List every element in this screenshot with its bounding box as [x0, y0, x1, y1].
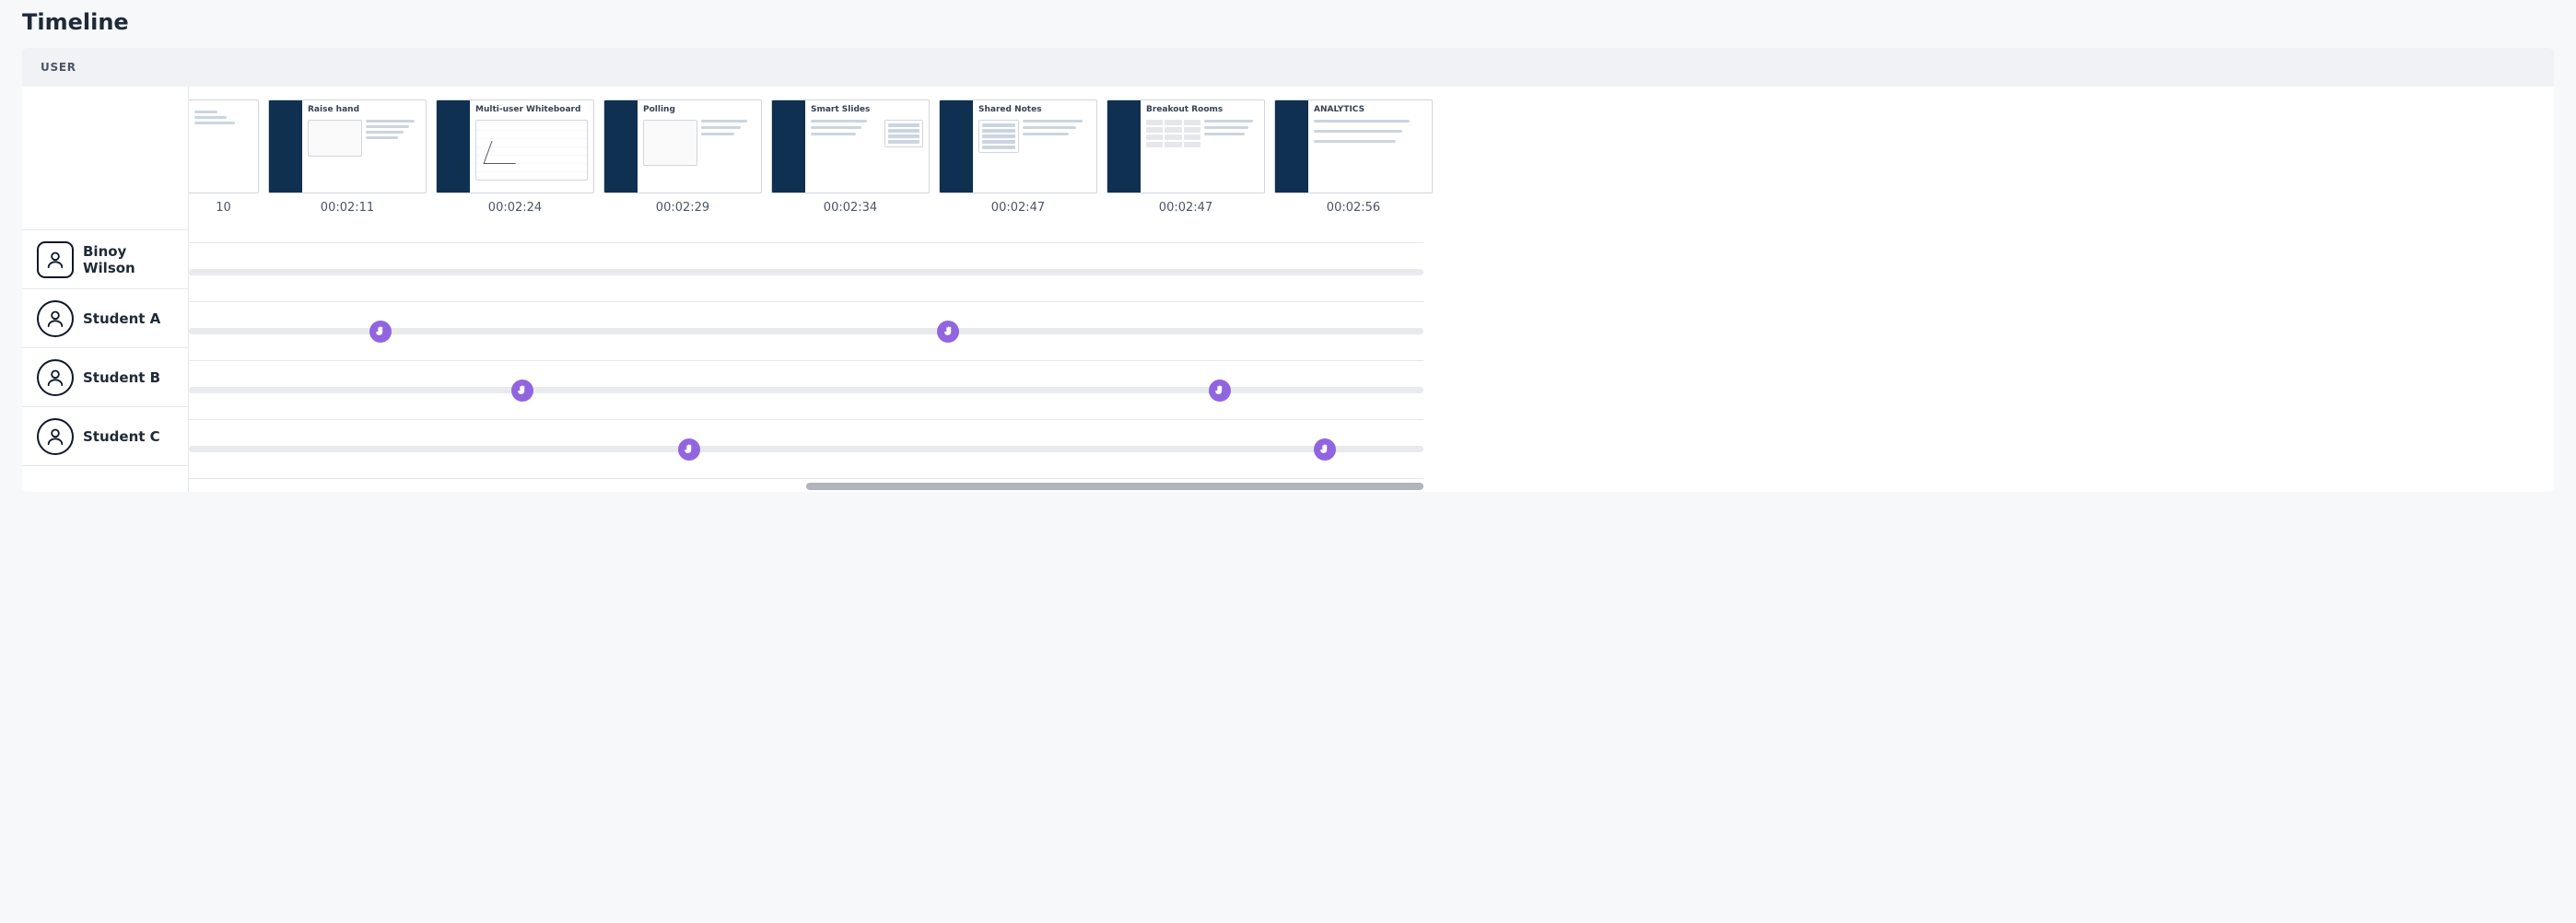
timeline-lane [189, 243, 1423, 302]
user-icon [45, 250, 65, 270]
slide-title: Smart Slides [811, 106, 923, 115]
user-column: Binoy Wilson Student A Student B Student C [22, 87, 189, 492]
slide-thumbnail[interactable]: Breakout Rooms 00:02:47 [1107, 99, 1264, 215]
user-name: Student A [83, 310, 160, 327]
timeline-track [189, 387, 1423, 393]
slide-title: Breakout Rooms [1146, 106, 1259, 115]
timeline-track [189, 269, 1423, 275]
slide-timestamp: 00:02:47 [1159, 201, 1212, 215]
slide-thumbnail[interactable]: ANALYTICS 00:02:56 [1275, 99, 1432, 215]
slide-timestamp: 00:02:29 [656, 201, 709, 215]
timeline-lane [189, 420, 1423, 479]
user-icon [45, 426, 65, 447]
raise-hand-icon [683, 443, 695, 455]
raise-hand-icon [1318, 443, 1330, 455]
raise-hand-marker[interactable] [1209, 380, 1231, 402]
slide-thumbnail[interactable]: Multi-user Whiteboard 00:02:24 [437, 99, 593, 215]
page-title: Timeline [22, 9, 2554, 35]
timeline-scroll-area[interactable]: 10 Raise hand 00:02:11 Multi-user Whiteboar… [189, 87, 2554, 492]
user-name: Binoy Wilson [83, 243, 173, 276]
user-name: Student C [83, 428, 160, 445]
raise-hand-marker[interactable] [511, 380, 533, 402]
slide-thumbnail[interactable]: 10 [189, 99, 258, 215]
avatar [37, 241, 74, 278]
raise-hand-marker[interactable] [937, 321, 959, 343]
timeline-lane [189, 302, 1423, 361]
user-column-spacer [22, 87, 188, 230]
slide-thumbnail[interactable]: Smart Slides 00:02:34 [772, 99, 929, 215]
raise-hand-icon [374, 325, 386, 337]
user-row: Binoy Wilson [22, 230, 188, 289]
user-icon [45, 309, 65, 329]
slide-title: Multi-user Whiteboard [475, 106, 588, 115]
timeline-column-header: USER [22, 48, 2554, 87]
raise-hand-icon [943, 325, 954, 337]
slide-timestamp: 10 [216, 201, 231, 215]
user-icon [45, 368, 65, 388]
raise-hand-marker[interactable] [678, 438, 700, 461]
slide-title: Shared Notes [978, 106, 1091, 115]
slide-timestamp: 00:02:47 [991, 201, 1045, 215]
slide-timestamp: 00:02:34 [824, 201, 877, 215]
slide-title: Raise hand [308, 106, 420, 115]
slide-thumbnail[interactable]: Raise hand 00:02:11 [269, 99, 426, 215]
user-row: Student A [22, 289, 188, 348]
slide-title: ANALYTICS [1314, 106, 1426, 115]
user-name: Student B [83, 369, 160, 386]
raise-hand-icon [1213, 384, 1225, 396]
user-row: Student B [22, 348, 188, 407]
slide-thumbnail[interactable]: Shared Notes 00:02:47 [940, 99, 1096, 215]
timeline-panel: USER Binoy Wilson Student A Student B Stude… [22, 48, 2554, 492]
slide-thumbnail-row: 10 Raise hand 00:02:11 Multi-user Whiteboar… [189, 87, 1423, 243]
raise-hand-marker[interactable] [1314, 438, 1336, 461]
slide-timestamp: 00:02:24 [488, 201, 542, 215]
avatar [37, 300, 74, 337]
timeline-lane [189, 361, 1423, 420]
user-row: Student C [22, 407, 188, 466]
slide-thumbnail[interactable]: Polling 00:02:29 [604, 99, 761, 215]
raise-hand-marker[interactable] [369, 321, 392, 343]
slide-timestamp: 00:02:56 [1327, 201, 1380, 215]
avatar [37, 359, 74, 396]
horizontal-scrollbar[interactable] [189, 479, 1423, 492]
raise-hand-icon [516, 384, 528, 396]
slide-title: Polling [643, 106, 755, 115]
timeline-track [189, 446, 1423, 452]
slide-timestamp: 00:02:11 [321, 201, 374, 215]
scrollbar-thumb[interactable] [806, 483, 1423, 490]
avatar [37, 418, 74, 455]
